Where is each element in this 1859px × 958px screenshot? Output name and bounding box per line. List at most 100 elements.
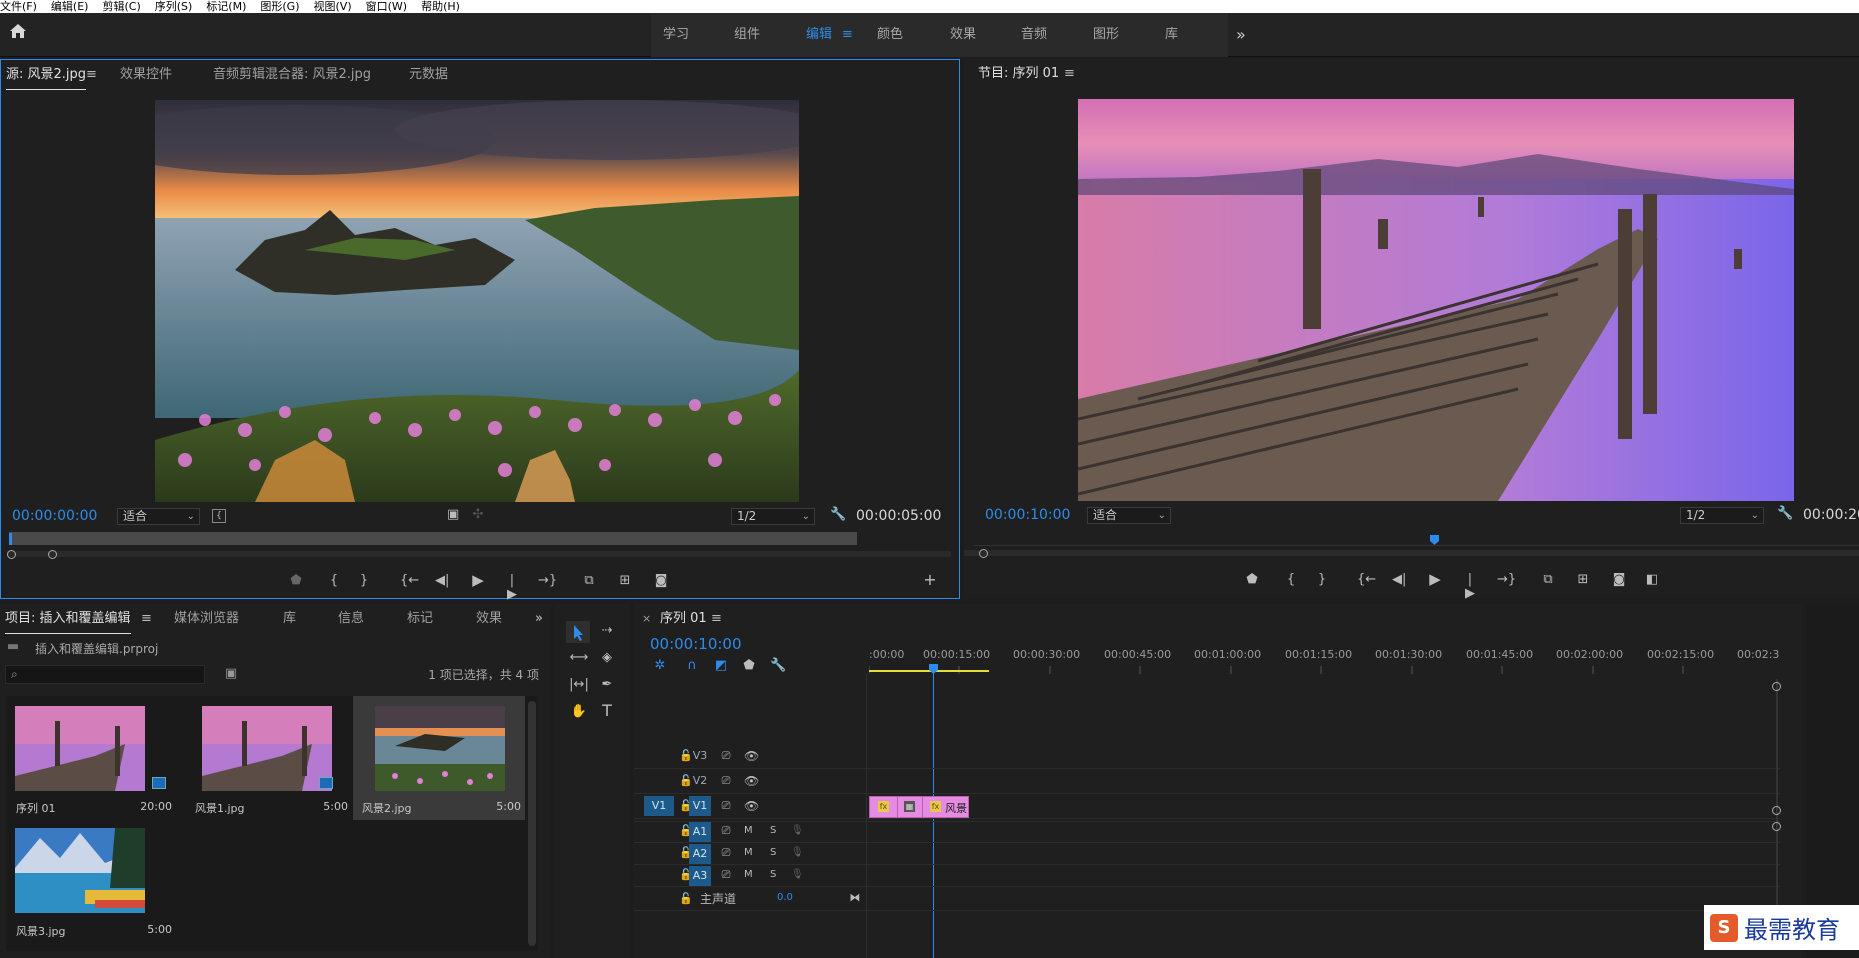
workspace-tab[interactable]: 音频 xyxy=(1021,13,1047,57)
sync-lock-icon[interactable]: ⎚ xyxy=(719,749,733,763)
export-frame-icon[interactable]: ◙ xyxy=(1611,573,1627,587)
project-search-input[interactable]: ⌕ xyxy=(5,665,205,684)
menu-item[interactable]: 视图(V) xyxy=(314,0,352,13)
workspace-menu-icon[interactable]: ≡ xyxy=(842,13,853,57)
go-to-out-icon[interactable]: →} xyxy=(1497,573,1516,587)
step-back-icon[interactable]: ◀| xyxy=(435,574,449,588)
home-icon[interactable] xyxy=(8,21,30,43)
scroll-handle[interactable] xyxy=(1772,682,1781,691)
program-scroll-track[interactable] xyxy=(964,550,1859,556)
scroll-handle[interactable] xyxy=(1772,822,1781,831)
tab-effect-controls[interactable]: 效果控件 xyxy=(120,60,172,90)
source-patch-v1[interactable]: V1 xyxy=(644,796,674,816)
tab-markers[interactable]: 标记 xyxy=(407,604,433,634)
sync-lock-icon[interactable]: ⎚ xyxy=(719,774,733,788)
program-fit-dropdown[interactable]: 适合 ⌄ xyxy=(1087,507,1171,524)
panel-menu-icon[interactable]: ≡ xyxy=(711,604,722,634)
timeline-ruler[interactable]: :00:00 00:00:15:00 00:00:30:00 00:00:45:… xyxy=(869,644,1781,674)
wrench-icon[interactable]: 🔧 xyxy=(830,508,846,522)
workspace-tab[interactable]: 库 xyxy=(1165,13,1178,57)
snap-icon[interactable]: ∩ xyxy=(685,659,699,673)
tab-project[interactable]: 项目: 插入和覆盖编辑 xyxy=(5,604,131,634)
tab-program[interactable]: 节目: 序列 01 xyxy=(978,59,1059,89)
nest-sequence-icon[interactable]: ✲ xyxy=(653,659,667,673)
lift-icon[interactable]: ⧉ xyxy=(1539,573,1557,587)
source-fit-dropdown[interactable]: 适合 ⌄ xyxy=(117,508,200,525)
hand-tool-icon[interactable]: ✋ xyxy=(569,705,589,719)
source-timecode[interactable]: 00:00:00:00 xyxy=(12,508,97,524)
timeline-clip[interactable]: fx ▦ fx 风景1 xyxy=(869,796,969,829)
tab-audio-mixer[interactable]: 音频剪辑混合器: 风景2.jpg xyxy=(213,60,371,90)
workspace-tab[interactable]: 效果 xyxy=(950,13,976,57)
solo-button[interactable]: S xyxy=(770,847,776,858)
program-resolution-dropdown[interactable]: 1/2 ⌄ xyxy=(1680,507,1764,524)
ripple-edit-tool-icon[interactable]: ⟷ xyxy=(569,651,589,665)
play-icon[interactable]: ▶ xyxy=(1428,572,1442,587)
scroll-handle[interactable] xyxy=(1772,806,1781,815)
mark-in-icon[interactable]: { xyxy=(327,574,341,588)
source-scroll-track[interactable] xyxy=(7,551,951,557)
menu-item[interactable]: 标记(M) xyxy=(206,0,246,13)
microphone-icon[interactable]: 🎙 xyxy=(791,868,804,882)
workspace-tab[interactable]: 颜色 xyxy=(877,13,903,57)
menu-item[interactable]: 编辑(E) xyxy=(51,0,89,13)
eye-icon[interactable]: 👁 xyxy=(744,799,759,813)
drag-audio-icon[interactable]: ✣ xyxy=(471,508,485,522)
insert-icon[interactable]: ⧉ xyxy=(580,574,598,588)
type-tool-icon[interactable]: T xyxy=(597,703,617,719)
slip-tool-icon[interactable]: |↔| xyxy=(569,678,589,692)
project-item[interactable]: 序列 01 20:00 xyxy=(6,696,176,820)
program-timecode[interactable]: 00:00:10:00 xyxy=(985,507,1070,523)
go-to-in-icon[interactable]: {← xyxy=(400,574,419,588)
source-resolution-dropdown[interactable]: 1/2 ⌄ xyxy=(731,508,815,525)
eye-icon[interactable]: 👁 xyxy=(744,774,759,788)
source-zoom-bar[interactable] xyxy=(9,532,857,545)
lock-icon[interactable]: 🔓 xyxy=(679,892,693,906)
project-item[interactable]: 风景1.jpg 5:00 xyxy=(182,696,352,820)
project-item-selected[interactable]: 风景2.jpg 5:00 xyxy=(353,696,525,820)
export-frame-icon[interactable]: ◙ xyxy=(653,574,669,588)
new-bin-icon[interactable]: ▣ xyxy=(224,667,238,681)
mark-in-icon[interactable]: { xyxy=(1284,573,1298,587)
menu-item[interactable]: 帮助(H) xyxy=(421,0,460,13)
eye-icon[interactable]: 👁 xyxy=(744,749,759,763)
solo-button[interactable]: S xyxy=(770,825,776,836)
add-marker-icon[interactable]: ⬟ xyxy=(289,574,303,588)
mark-out-icon[interactable]: } xyxy=(357,574,371,588)
program-scroll-handle[interactable] xyxy=(979,549,988,558)
drag-video-icon[interactable]: ▣ xyxy=(447,508,459,522)
workspace-tab[interactable]: 组件 xyxy=(734,13,760,57)
source-scroll-handle-left[interactable] xyxy=(7,550,16,559)
go-to-edit-point-icon[interactable]: ⧓ xyxy=(848,891,862,905)
track-label[interactable]: V1 xyxy=(689,796,711,816)
menu-item[interactable]: 剪辑(C) xyxy=(102,0,140,13)
step-back-icon[interactable]: ◀| xyxy=(1392,573,1406,587)
workspace-overflow-button[interactable]: » xyxy=(1236,25,1246,44)
master-volume[interactable]: 0.0 xyxy=(777,892,793,903)
add-button-icon[interactable]: + xyxy=(922,572,938,588)
source-playhead[interactable] xyxy=(9,533,12,545)
menu-item[interactable]: 窗口(W) xyxy=(366,0,407,13)
panel-menu-icon[interactable]: ≡ xyxy=(86,60,97,90)
mute-button[interactable]: M xyxy=(744,825,753,836)
wrench-icon[interactable]: 🔧 xyxy=(770,659,786,673)
menu-item[interactable]: 文件(F) xyxy=(0,0,37,13)
pen-tool-icon[interactable]: ✒ xyxy=(597,678,617,692)
add-marker-icon[interactable]: ⬟ xyxy=(1245,573,1259,587)
sync-lock-icon[interactable]: ⎚ xyxy=(719,824,733,838)
go-to-in-icon[interactable]: {← xyxy=(1357,573,1376,587)
tab-info[interactable]: 信息 xyxy=(338,604,364,634)
timeline-timecode[interactable]: 00:00:10:00 xyxy=(650,635,742,653)
project-item[interactable]: 风景3.jpg 5:00 xyxy=(6,820,176,944)
add-marker-icon[interactable]: ⬟ xyxy=(742,659,756,673)
menu-item[interactable]: 图形(G) xyxy=(260,0,299,13)
mute-button[interactable]: M xyxy=(744,847,753,858)
linked-selection-icon[interactable]: ◩ xyxy=(714,659,728,673)
track-select-tool-icon[interactable]: ⇢ xyxy=(597,624,617,638)
panel-menu-icon[interactable]: ≡ xyxy=(1064,59,1075,89)
close-tab-icon[interactable]: × xyxy=(642,604,651,634)
solo-button[interactable]: S xyxy=(770,869,776,880)
microphone-icon[interactable]: 🎙 xyxy=(791,824,804,838)
mute-button[interactable]: M xyxy=(744,869,753,880)
track-label[interactable]: A1 xyxy=(689,822,711,842)
